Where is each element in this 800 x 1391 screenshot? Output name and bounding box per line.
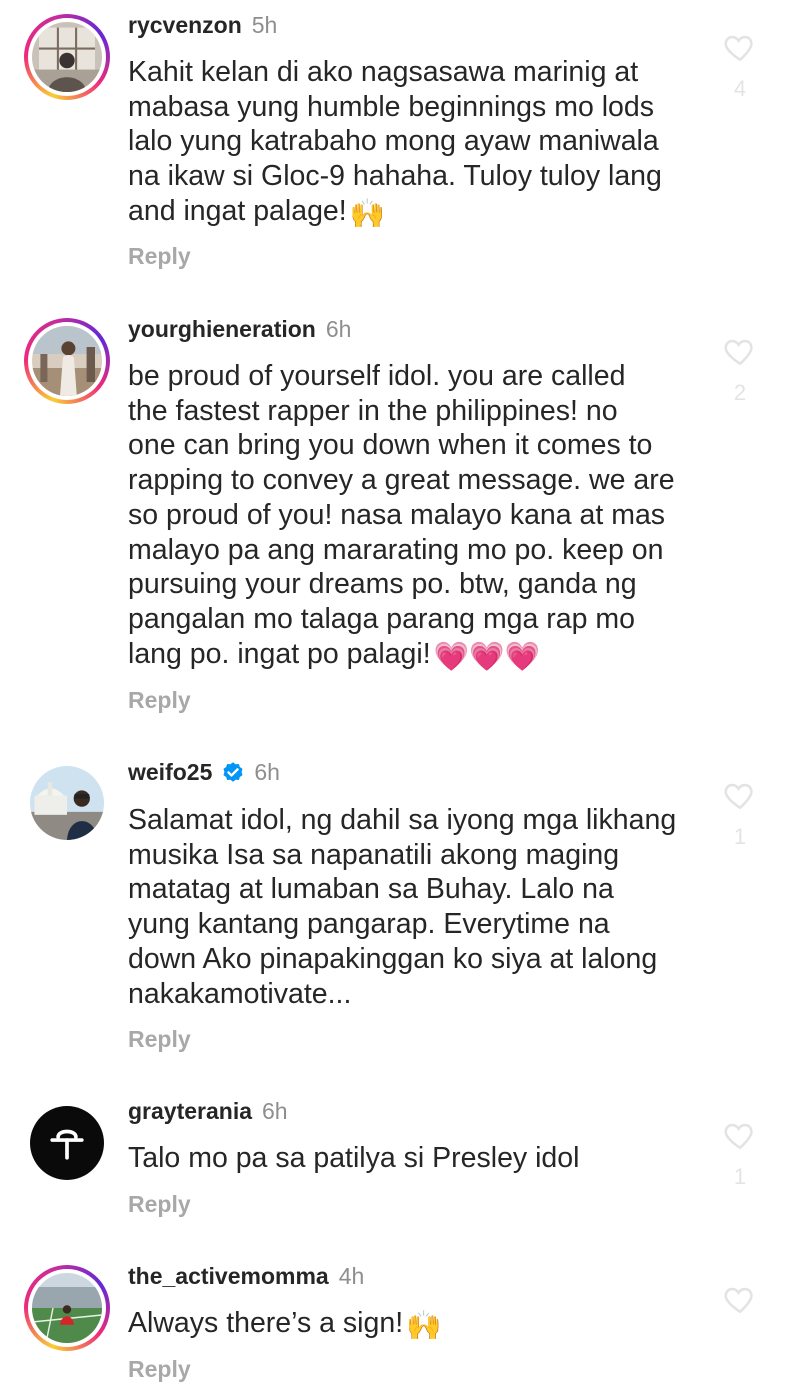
comment-timestamp: 6h	[262, 1098, 288, 1124]
avatar-story-ring[interactable]	[24, 318, 110, 404]
comment-username[interactable]: yourghieneration	[128, 315, 316, 343]
comment-text: Talo mo pa sa patilya si Presley idol	[128, 1142, 580, 1174]
reply-button[interactable]: Reply	[128, 242, 191, 270]
avatar	[30, 1106, 104, 1180]
avatar	[30, 766, 104, 840]
like-button[interactable]: 2	[718, 334, 762, 406]
avatar	[32, 326, 102, 396]
like-button[interactable]: 1	[718, 778, 762, 850]
comment-timestamp: 5h	[251, 12, 278, 38]
avatar-person-field-icon	[32, 1273, 102, 1343]
heart-icon	[724, 35, 753, 62]
heart-icon	[724, 783, 753, 810]
reply-button[interactable]: Reply	[128, 1025, 191, 1053]
reply-button[interactable]: Reply	[128, 1190, 191, 1218]
comment-body: Kahit kelan di ako nagsasawa marinig at …	[128, 56, 662, 227]
comment-text: Always there’s a sign! 🙌	[128, 1306, 708, 1344]
avatar	[32, 22, 102, 92]
like-count: 2	[733, 380, 747, 405]
like-count: 1	[733, 1164, 747, 1189]
avatar-wrap[interactable]	[24, 760, 110, 846]
like-count: 1	[733, 824, 747, 849]
like-button[interactable]: 4	[718, 30, 762, 102]
reply-button[interactable]: Reply	[128, 686, 191, 714]
avatar-story-ring[interactable]	[24, 14, 110, 100]
avatar-wrap[interactable]	[24, 1100, 110, 1186]
comment-body: be proud of yourself idol. you are calle…	[128, 360, 675, 670]
comment-username[interactable]: the_activemomma	[128, 1262, 329, 1290]
heart-icon	[724, 339, 753, 366]
comment-username[interactable]: weifo25	[128, 758, 212, 786]
heart-icon	[724, 1123, 753, 1150]
avatar-window-silhouette-icon	[32, 22, 102, 92]
avatar-person-landmark-icon	[30, 766, 104, 840]
avatar-logo-black-icon	[30, 1106, 104, 1180]
heart-icon	[724, 1287, 753, 1314]
avatar	[32, 1273, 102, 1343]
comment-text: Salamat idol, ng dahil sa iyong mga likh…	[128, 804, 677, 1010]
comment-body: Always there’s a sign!	[128, 1307, 404, 1339]
verified-badge-icon	[220, 759, 246, 785]
comment-text: Kahit kelan di ako nagsasawa marinig at …	[128, 55, 708, 232]
comment-timestamp: 4h	[338, 1263, 365, 1289]
raising-hands-emoji: 🙌	[406, 1310, 442, 1342]
heart-emoji: 💗💗💗	[433, 640, 541, 673]
comment-timestamp: 6h	[325, 316, 352, 342]
like-count: 4	[733, 76, 747, 101]
avatar-person-outdoors-icon	[32, 326, 102, 396]
raising-hands-emoji: 🙌	[349, 197, 386, 230]
comment-text: be proud of yourself idol. you are calle…	[128, 359, 708, 674]
comment-timestamp: 6h	[254, 759, 280, 785]
reply-button[interactable]: Reply	[128, 1355, 191, 1383]
avatar-story-ring[interactable]	[24, 1265, 110, 1351]
comment-username[interactable]: grayterania	[128, 1097, 252, 1125]
comment-username[interactable]: rycvenzon	[128, 11, 242, 39]
like-button[interactable]: 1	[718, 1118, 762, 1190]
like-button[interactable]	[718, 1282, 762, 1316]
